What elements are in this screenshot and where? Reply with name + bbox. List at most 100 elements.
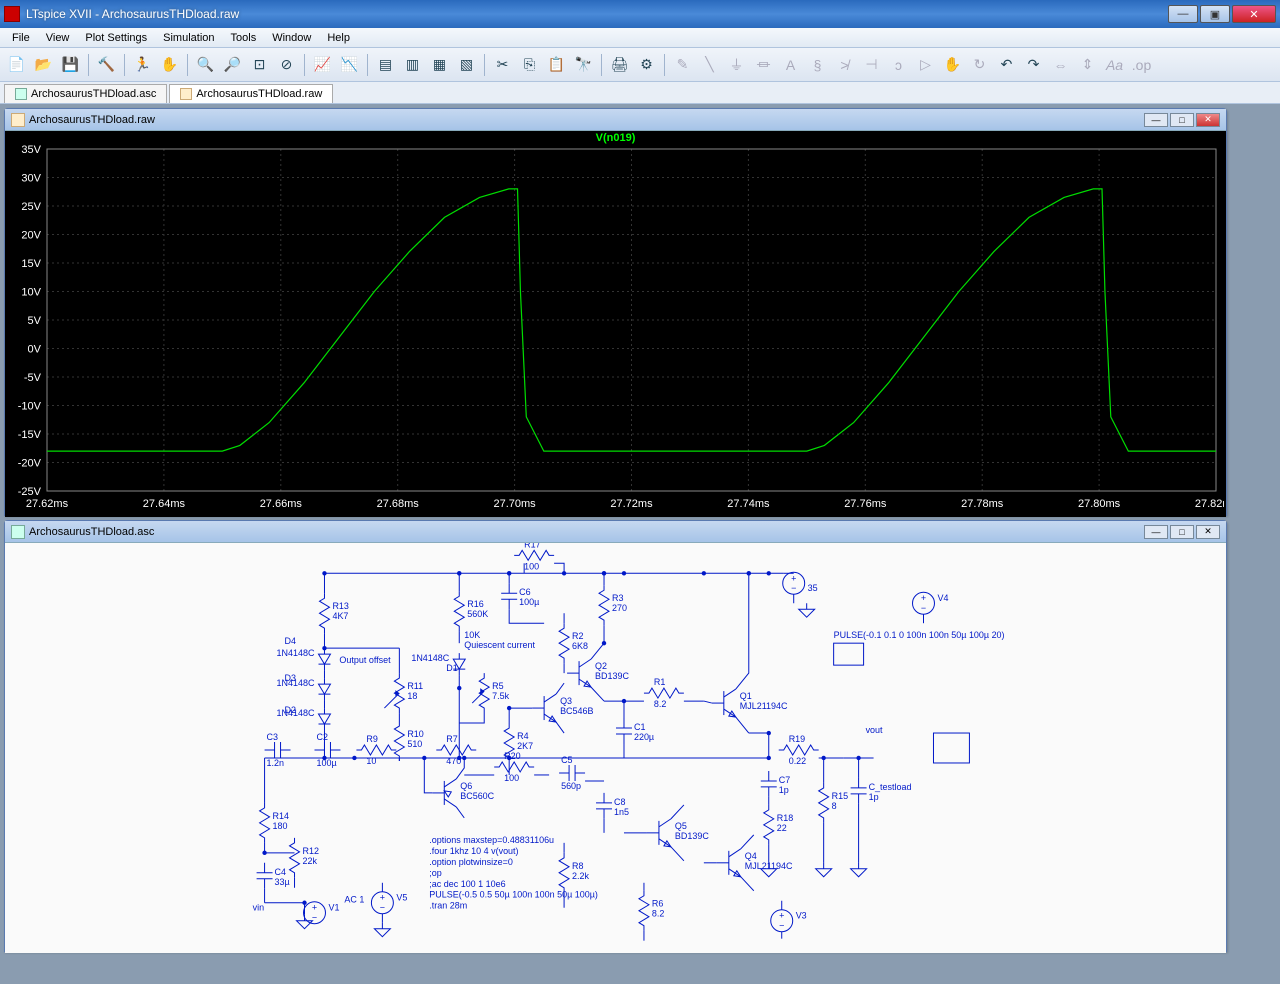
menu-view[interactable]: View [38, 30, 78, 46]
text-icon[interactable]: Aa [1102, 52, 1127, 77]
svg-text:.options maxstep=0.48831106u: .options maxstep=0.48831106u [429, 835, 554, 845]
closeall-icon[interactable]: ▧ [454, 52, 479, 77]
save-icon[interactable]: 💾 [58, 52, 83, 77]
spice-icon[interactable]: .op [1129, 52, 1154, 77]
hand-icon[interactable]: ✋ [940, 52, 965, 77]
zoom-fit-icon[interactable]: ⊡ [247, 52, 272, 77]
label-icon[interactable]: A [778, 52, 803, 77]
wire-icon[interactable]: ⏚ [724, 52, 749, 77]
zoom-cancel-icon[interactable]: ⊘ [274, 52, 299, 77]
tab-label: ArchosaurusTHDload.raw [196, 88, 322, 100]
open-icon[interactable]: 📂 [31, 52, 56, 77]
gnd-icon[interactable]: ⏛ [751, 52, 776, 77]
cut-icon[interactable]: ✂ [490, 52, 515, 77]
svg-text:470: 470 [446, 756, 461, 766]
child-close-button[interactable]: ✕ [1196, 113, 1220, 127]
svg-text:.four 1khz 10 4 v(vout): .four 1khz 10 4 v(vout) [429, 846, 518, 856]
res-icon[interactable]: ≯ [832, 52, 857, 77]
svg-text:8: 8 [832, 801, 837, 811]
schematic-svg[interactable]: R134K7D41N4148CD31N4148CD21N4148COutput … [5, 543, 1226, 953]
autorange-icon[interactable]: 📈 [310, 52, 335, 77]
menu-plot-settings[interactable]: Plot Settings [77, 30, 155, 46]
maximize-button[interactable]: ▣ [1200, 5, 1230, 23]
hammer-icon[interactable]: 🔨 [94, 52, 119, 77]
pick-icon[interactable]: ✎ [670, 52, 695, 77]
cascade-icon[interactable]: ▦ [427, 52, 452, 77]
run-icon[interactable]: 🏃 [130, 52, 155, 77]
tab-waveform[interactable]: ArchosaurusTHDload.raw [169, 84, 333, 103]
svg-text:560p: 560p [561, 781, 581, 791]
tile-h-icon[interactable]: ▤ [373, 52, 398, 77]
undo-icon[interactable]: ↶ [994, 52, 1019, 77]
svg-text:100µ: 100µ [316, 758, 336, 768]
svg-text:R6: R6 [652, 899, 663, 909]
waveform-titlebar[interactable]: ArchosaurusTHDload.raw — □ ✕ [5, 109, 1226, 131]
svg-text:BD139C: BD139C [595, 671, 629, 681]
tab-label: ArchosaurusTHDload.asc [31, 88, 156, 100]
line-icon[interactable]: ╲ [697, 52, 722, 77]
menu-tools[interactable]: Tools [223, 30, 265, 46]
svg-text:100: 100 [504, 773, 519, 783]
child-minimize-button[interactable]: — [1144, 113, 1168, 127]
svg-text:30V: 30V [21, 173, 41, 185]
svg-text:+: + [791, 573, 796, 583]
waveform-plot[interactable]: V(n019) 35V30V25V20V15V10V5V0V-5V-10V-15… [5, 131, 1226, 517]
menu-simulation[interactable]: Simulation [155, 30, 222, 46]
svg-text:0.22: 0.22 [789, 756, 806, 766]
redo-icon[interactable]: ↷ [1021, 52, 1046, 77]
ind-icon[interactable]: ↄ [886, 52, 911, 77]
svg-text:6K8: 6K8 [572, 641, 588, 651]
svg-text:27.62ms: 27.62ms [26, 498, 69, 510]
minimize-button[interactable]: — [1168, 5, 1198, 23]
sync-icon[interactable]: 📉 [337, 52, 362, 77]
svg-text:R17: R17 [524, 543, 540, 549]
menu-help[interactable]: Help [319, 30, 358, 46]
menu-window[interactable]: Window [264, 30, 319, 46]
close-button[interactable]: ✕ [1232, 5, 1276, 23]
paste-icon[interactable]: 📋 [544, 52, 569, 77]
child-close-button[interactable]: ✕ [1196, 525, 1220, 539]
child-minimize-button[interactable]: — [1144, 525, 1168, 539]
svg-text:+: + [380, 893, 385, 903]
svg-text:22: 22 [777, 823, 787, 833]
svg-text:4K7: 4K7 [332, 611, 348, 621]
schematic-titlebar[interactable]: ArchosaurusTHDload.asc — □ ✕ [5, 521, 1226, 543]
window-titlebar: LTspice XVII - ArchosaurusTHDload.raw — … [0, 0, 1280, 28]
svg-text:27.70ms: 27.70ms [493, 498, 536, 510]
find-icon[interactable]: 🔭 [571, 52, 596, 77]
svg-text:AC 1: AC 1 [344, 895, 364, 905]
svg-text:V5: V5 [396, 893, 407, 903]
tile-v-icon[interactable]: ▥ [400, 52, 425, 77]
svg-text:vin: vin [253, 903, 264, 913]
zoom-in-icon[interactable]: 🔍 [193, 52, 218, 77]
svg-text:8.2: 8.2 [652, 909, 664, 919]
child-maximize-button[interactable]: □ [1170, 525, 1194, 539]
diode-icon[interactable]: ▷ [913, 52, 938, 77]
pause-icon[interactable]: ✋ [157, 52, 182, 77]
waveform-canvas[interactable]: 35V30V25V20V15V10V5V0V-5V-10V-15V-20V-25… [7, 145, 1224, 515]
child-maximize-button[interactable]: □ [1170, 113, 1194, 127]
move-icon[interactable]: ⇔ [1048, 52, 1073, 77]
drag-icon[interactable]: ⇕ [1075, 52, 1100, 77]
net-icon[interactable]: § [805, 52, 830, 77]
schematic-canvas[interactable]: R134K7D41N4148CD31N4148CD21N4148COutput … [5, 543, 1226, 953]
cap-icon[interactable]: ⊣ [859, 52, 884, 77]
setup-icon[interactable]: ⚙ [634, 52, 659, 77]
copy-icon[interactable]: ⎘ [517, 52, 542, 77]
window-title: LTspice XVII - ArchosaurusTHDload.raw [26, 7, 1168, 21]
tab-schematic[interactable]: ArchosaurusTHDload.asc [4, 84, 167, 103]
svg-text:R2: R2 [572, 631, 583, 641]
svg-text:R4: R4 [517, 731, 528, 741]
svg-text:Q1: Q1 [740, 691, 752, 701]
svg-text:10V: 10V [21, 287, 41, 299]
schematic-icon [11, 525, 25, 539]
menu-file[interactable]: File [4, 30, 38, 46]
rotate-icon[interactable]: ↻ [967, 52, 992, 77]
svg-text:R13: R13 [332, 601, 348, 611]
zoom-out-icon[interactable]: 🔎 [220, 52, 245, 77]
svg-text:−: − [791, 583, 796, 593]
svg-text:C4: C4 [275, 867, 286, 877]
new-icon[interactable]: 📄 [4, 52, 29, 77]
trace-label[interactable]: V(n019) [596, 132, 636, 144]
print-icon[interactable]: 🖨 [607, 52, 632, 77]
